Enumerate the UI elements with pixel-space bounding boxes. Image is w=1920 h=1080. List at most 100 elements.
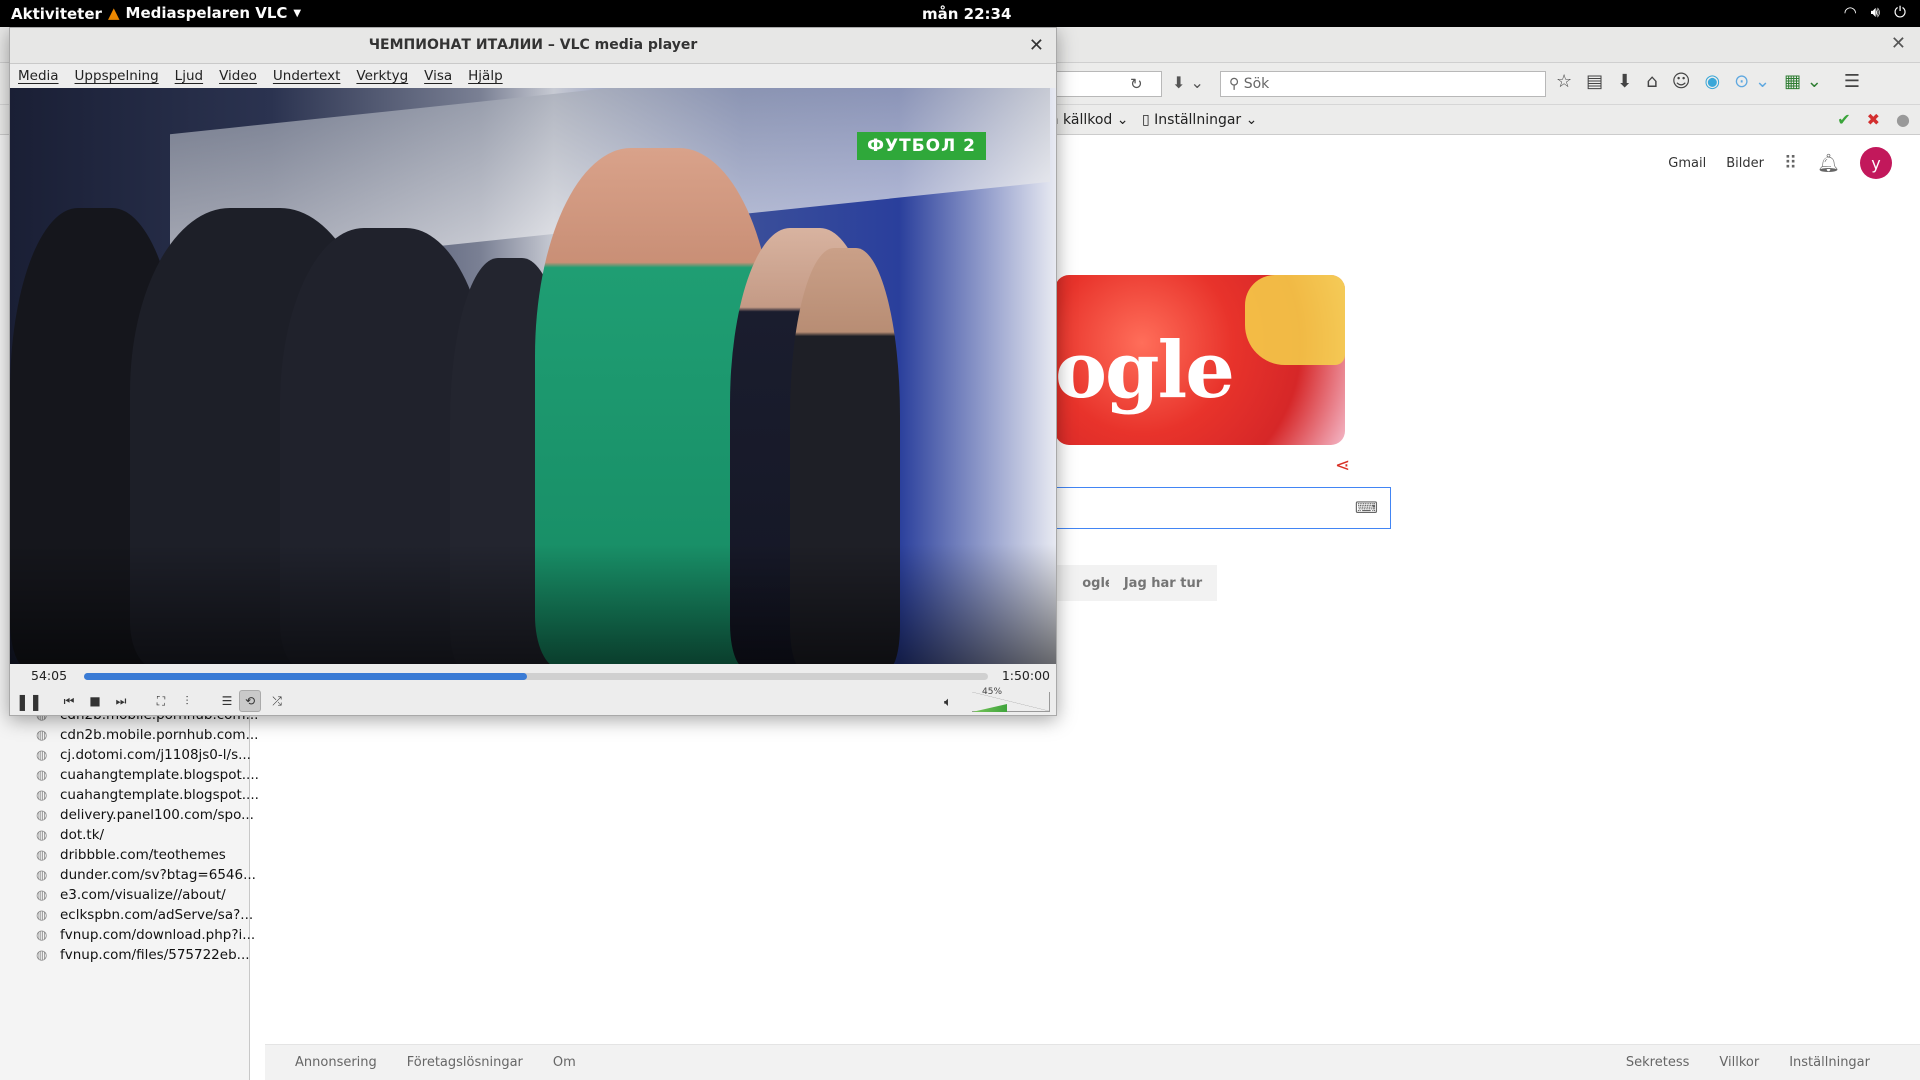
footer-link[interactable]: Om xyxy=(553,1055,576,1070)
seek-bar[interactable] xyxy=(84,673,988,680)
history-item[interactable]: ◍ delivery.panel100.com/spo... xyxy=(36,805,254,825)
history-item[interactable]: ◍ dribbble.com/teothemes xyxy=(36,845,226,865)
video-frame[interactable]: ФУТБОЛ 2 xyxy=(10,88,1056,664)
checkmark-icon[interactable]: ✔ xyxy=(1837,110,1850,129)
menu-item-uppspelning[interactable]: Uppspelning xyxy=(75,64,159,88)
close-icon[interactable]: ✕ xyxy=(1891,33,1906,54)
history-item-label: cdn2b.mobile.pornhub.com... xyxy=(60,727,259,743)
footer-link[interactable]: Inställningar xyxy=(1789,1055,1870,1070)
total-duration: 1:50:00 xyxy=(1001,668,1050,683)
hamburger-menu-icon[interactable]: ☰ xyxy=(1844,71,1860,92)
volume-icon: 🔊︎ xyxy=(1870,3,1881,21)
globe-icon: ◍ xyxy=(36,807,48,823)
doodle-decoration xyxy=(1245,275,1345,365)
menu-item-video[interactable]: Video xyxy=(219,64,257,88)
share-icon[interactable]: ⋖ xyxy=(1335,455,1350,476)
shuffle-icon: ⤮ xyxy=(272,693,282,708)
chat-icon[interactable]: ☺ xyxy=(1672,71,1691,92)
reading-list-icon[interactable]: ▤ xyxy=(1586,71,1603,92)
channel-logo: ФУТБОЛ 2 xyxy=(857,132,986,160)
menu-item-undertext[interactable]: Undertext xyxy=(273,64,341,88)
seek-row: 54:05 1:50:00 xyxy=(10,664,1056,686)
error-icon[interactable]: ✖ xyxy=(1867,110,1880,129)
bookmark-settings[interactable]: ▯ Inställningar ⌄ xyxy=(1142,112,1257,128)
footer-link[interactable]: Företagslösningar xyxy=(407,1055,523,1070)
clock[interactable]: mån 22:34 xyxy=(922,5,1011,23)
app-menu[interactable]: ▲ Mediaspelaren VLC ▼ xyxy=(108,4,301,22)
notifications-bell-icon[interactable]: 🔔︎ xyxy=(1817,153,1840,174)
shuffle-button[interactable]: ⤮ xyxy=(266,690,288,712)
gmail-link[interactable]: Gmail xyxy=(1668,156,1706,171)
history-item[interactable]: ◍ cj.dotomi.com/j1108js0-l/s... xyxy=(36,745,251,765)
volume-slider[interactable]: 45% xyxy=(972,687,1050,712)
pause-button[interactable]: ❚❚ xyxy=(15,690,43,712)
circle-icon[interactable]: ● xyxy=(1896,110,1910,129)
avatar[interactable]: y xyxy=(1860,147,1892,179)
google-search-input[interactable]: ⌨ xyxy=(1055,487,1391,529)
globe-icon: ◍ xyxy=(36,787,48,803)
history-item-label: cj.dotomi.com/j1108js0-l/s... xyxy=(60,747,251,763)
speaker-icon[interactable]: 🔈︎ xyxy=(944,695,952,710)
history-item-label: dot.tk/ xyxy=(60,827,105,843)
globe-icon: ◍ xyxy=(36,907,48,923)
search-icon: ⚲ xyxy=(1229,76,1240,92)
footer-link[interactable]: Villkor xyxy=(1719,1055,1759,1070)
menu-item-media[interactable]: Media xyxy=(18,64,59,88)
power-icon: ⏻ xyxy=(1894,3,1906,21)
menu-item-verktyg[interactable]: Verktyg xyxy=(356,64,408,88)
reload-icon[interactable]: ↻ xyxy=(1130,75,1143,93)
pause-icon: ❚❚ xyxy=(15,691,43,711)
history-item[interactable]: ◍ cdn2b.mobile.pornhub.com... xyxy=(36,725,258,745)
stop-button[interactable]: ■ xyxy=(84,690,106,712)
search-bar[interactable]: ⚲ Sök xyxy=(1220,71,1546,97)
history-item-label: delivery.panel100.com/spo... xyxy=(60,807,254,823)
google-doodle[interactable]: ogle xyxy=(1055,275,1345,445)
system-menu[interactable]: ◠ 🔊︎ ⏻ xyxy=(1844,3,1906,21)
fullscreen-button[interactable]: ⛶ xyxy=(150,690,172,712)
elapsed-time: 54:05 xyxy=(31,668,68,683)
history-item[interactable]: ◍ fvnup.com/files/575722eb... xyxy=(36,945,250,965)
sync-icon[interactable]: ◉ xyxy=(1704,71,1720,92)
wifi-icon: ◠ xyxy=(1843,3,1857,21)
extended-settings-button[interactable]: ⫶ xyxy=(176,690,198,712)
footer-link[interactable]: Sekretess xyxy=(1626,1055,1689,1070)
download-icon[interactable]: ⬇ xyxy=(1617,71,1632,92)
history-item[interactable]: ◍ dunder.com/sv?btag=6546... xyxy=(36,865,256,885)
history-item[interactable]: ◍ cuahangtemplate.blogspot.... xyxy=(36,785,259,805)
history-item[interactable]: ◍ dot.tk/ xyxy=(36,825,104,845)
puzzle-icon[interactable]: ▦ ⌄ xyxy=(1784,71,1822,92)
next-button[interactable]: ⏭ xyxy=(110,690,132,712)
history-item[interactable]: ◍ cuahangtemplate.blogspot.... xyxy=(36,765,259,785)
loop-button[interactable]: ⟲ xyxy=(239,690,261,712)
footer-right-links: Sekretess Villkor Inställningar xyxy=(1626,1055,1900,1070)
vlc-titlebar: ЧЕМПИОНАТ ИТАЛИИ – VLC media player ✕ xyxy=(10,28,1056,64)
history-item[interactable]: ◍ e3.com/visualize//about/ xyxy=(36,885,226,905)
menu-item-visa[interactable]: Visa xyxy=(424,64,452,88)
apps-grid-icon[interactable]: ⠿ xyxy=(1784,153,1797,174)
menu-item-ljud[interactable]: Ljud xyxy=(175,64,203,88)
close-icon[interactable]: ✕ xyxy=(1029,35,1044,56)
globe-icon: ◍ xyxy=(36,767,48,783)
history-item-label: cuahangtemplate.blogspot.... xyxy=(60,787,259,803)
history-item[interactable]: ◍ eclkspbn.com/adServe/sa?... xyxy=(36,905,253,925)
footer-link[interactable]: Annonsering xyxy=(295,1055,377,1070)
gnome-top-bar: Aktiviteter ▲ Mediaspelaren VLC ▼ mån 22… xyxy=(0,0,1920,27)
globe-icon: ◍ xyxy=(36,727,48,743)
url-bar[interactable] xyxy=(1040,71,1162,97)
history-item[interactable]: ◍ fvnup.com/download.php?i... xyxy=(36,925,255,945)
downloads-history-icon[interactable]: ⬇ ⌄ xyxy=(1172,73,1204,92)
addon-icon[interactable]: ⊙ ⌄ xyxy=(1734,71,1770,92)
stop-icon: ■ xyxy=(89,694,101,708)
bookmark-source[interactable]: a källkod ⌄ xyxy=(1050,112,1129,128)
playlist-button[interactable]: ☰ xyxy=(216,690,238,712)
globe-icon: ◍ xyxy=(36,927,48,943)
lucky-button[interactable]: Jag har tur xyxy=(1109,565,1217,601)
keyboard-icon[interactable]: ⌨ xyxy=(1355,498,1378,517)
previous-button[interactable]: ⏮ xyxy=(58,690,80,712)
activities-button[interactable]: Aktiviteter xyxy=(11,5,102,23)
home-icon[interactable]: ⌂ xyxy=(1646,71,1657,92)
menu-item-hjälp[interactable]: Hjälp xyxy=(468,64,503,88)
bookmark-star-icon[interactable]: ☆ xyxy=(1556,71,1572,92)
app-menu-label: Mediaspelaren VLC xyxy=(125,4,288,22)
images-link[interactable]: Bilder xyxy=(1726,156,1764,171)
